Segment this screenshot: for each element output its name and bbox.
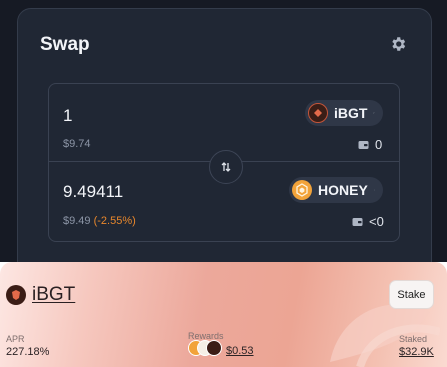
chevron-down-icon	[373, 112, 375, 114]
honey-token-icon	[292, 180, 312, 200]
to-usd-value: $9.49 (-2.55%)	[63, 215, 136, 227]
to-token-label: HONEY	[318, 182, 368, 198]
from-usd-value: $9.74	[63, 138, 91, 150]
swap-input-box: 1 iBGT $9.74 0 9.49411 HONEY $9.49 (-2.5…	[48, 83, 400, 242]
rewards-token-icons	[188, 340, 222, 358]
wallet-icon	[358, 140, 369, 149]
swap-card: Swap 1 iBGT $9.74 0 9.49411 HONEY $9.49 …	[17, 8, 432, 262]
pool-name-link[interactable]: iBGT	[32, 284, 75, 306]
swap-arrows-icon	[221, 162, 231, 172]
price-impact: (-2.55%)	[93, 215, 136, 227]
from-amount-input[interactable]: 1	[63, 106, 72, 126]
apr-label: APR	[6, 334, 25, 344]
ibgt-token-icon	[308, 103, 328, 123]
to-balance: <0	[352, 214, 384, 229]
stake-button[interactable]: Stake	[389, 280, 434, 309]
to-usd-amount: $9.49	[63, 215, 91, 227]
ibgt-token-icon	[206, 340, 222, 356]
staked-value[interactable]: $32.9K	[399, 346, 434, 358]
pool-header: iBGT	[6, 284, 75, 306]
apr-value: 227.18%	[6, 346, 50, 358]
wallet-icon	[352, 217, 363, 226]
from-token-selector[interactable]: iBGT	[305, 100, 383, 126]
ibgt-token-icon	[6, 285, 26, 305]
swap-title: Swap	[40, 34, 90, 55]
from-balance-value: 0	[375, 137, 383, 152]
to-balance-value: <0	[369, 214, 384, 229]
from-balance: 0	[358, 137, 382, 152]
chevron-down-icon	[373, 189, 375, 191]
to-amount-value[interactable]: 9.49411	[63, 182, 123, 202]
pool-card[interactable]: iBGT	[0, 262, 447, 367]
swap-panel-area: Swap 1 iBGT $9.74 0 9.49411 HONEY $9.49 …	[0, 0, 447, 262]
gear-icon[interactable]	[389, 35, 407, 53]
staked-label: Staked	[399, 334, 428, 344]
rewards-value[interactable]: $0.53	[226, 345, 254, 357]
to-token-selector[interactable]: HONEY	[289, 177, 383, 203]
switch-tokens-button[interactable]	[209, 150, 243, 184]
from-token-label: iBGT	[334, 105, 368, 121]
